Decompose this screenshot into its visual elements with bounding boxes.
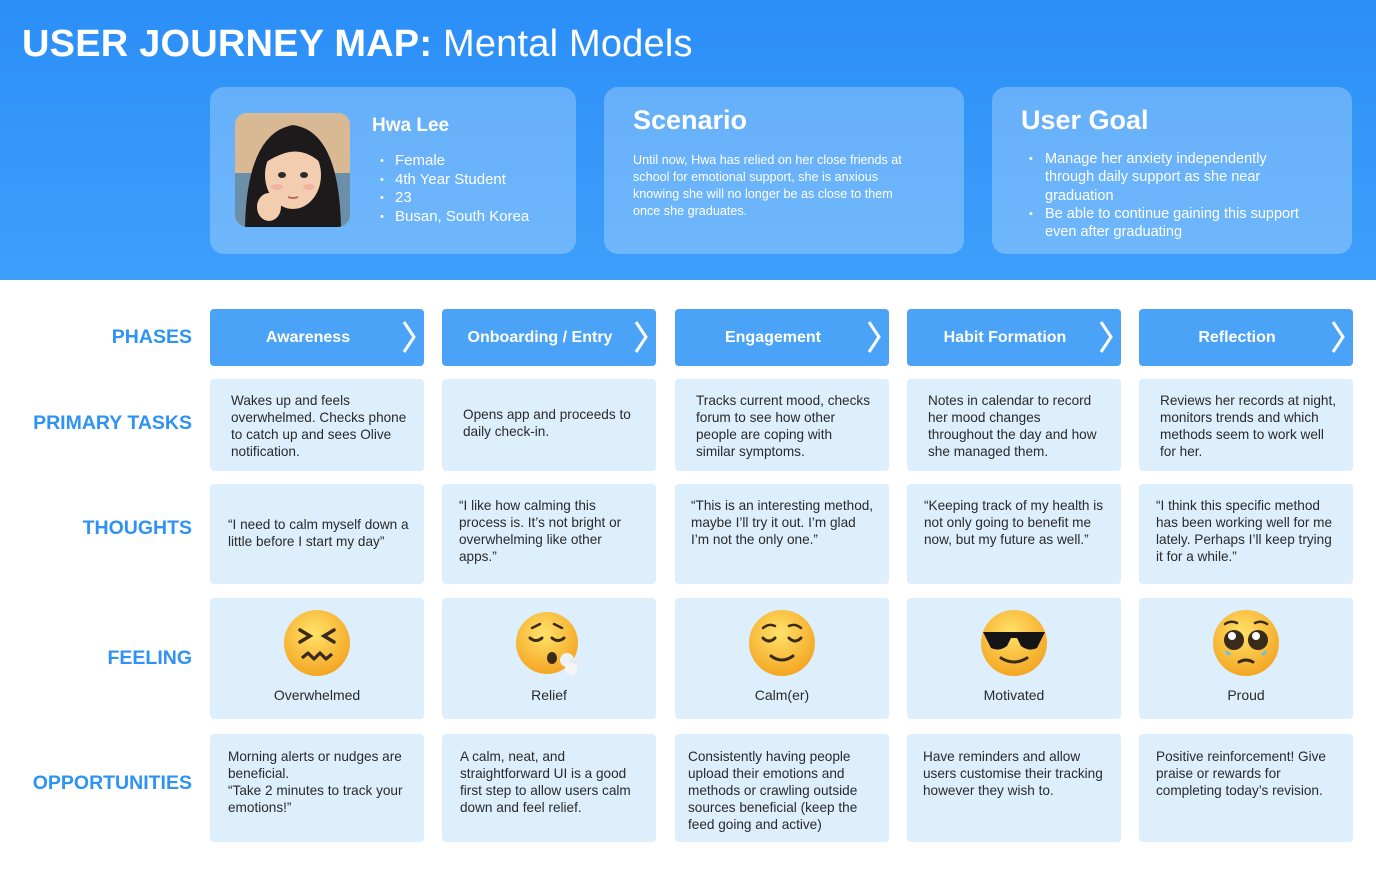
opportunity-cell: A calm, neat, and straightforward UI is … (442, 734, 656, 842)
persona-name: Hwa Lee (372, 115, 450, 136)
title-bold: USER JOURNEY MAP: (22, 23, 433, 65)
task-cell: Tracks current mood, checks forum to see… (675, 379, 889, 471)
thought-cell: “I think this specific method has been w… (1139, 484, 1353, 584)
opportunity-text: Have reminders and allow users customise… (923, 749, 1103, 798)
opportunity-cell: Have reminders and allow users customise… (907, 734, 1121, 842)
user-goal-item: Manage her anxiety independently through… (1029, 150, 1319, 205)
opportunity-text: Positive reinforcement! Give praise or r… (1156, 749, 1326, 798)
thought-cell: “This is an interesting method, maybe I’… (675, 484, 889, 584)
persona-gender: Female (380, 152, 529, 171)
user-goal-item: Be able to continue gaining this support… (1029, 205, 1319, 242)
row-label-feeling: FEELING (107, 647, 192, 669)
task-text: Reviews her records at night, monitors t… (1160, 393, 1337, 459)
opportunity-cell: Positive reinforcement! Give praise or r… (1139, 734, 1353, 842)
thought-text: “Keeping track of my health is not only … (924, 498, 1104, 547)
phase-engagement: Engagement (675, 309, 889, 366)
feeling-cell: Relief (442, 598, 656, 719)
phase-label: Awareness (265, 328, 351, 346)
page-title: USER JOURNEY MAP: Mental Models (22, 24, 693, 64)
phase-label: Reflection (1198, 328, 1276, 346)
persona-age: 23 (380, 189, 529, 208)
task-text: Tracks current mood, checks forum to see… (696, 393, 871, 459)
feeling-cell: Proud (1139, 598, 1353, 719)
task-cell: Wakes up and feels overwhelmed. Checks p… (210, 379, 424, 471)
persona-year: 4th Year Student (380, 171, 529, 190)
thought-text: “I like how calming this process is. It’… (459, 498, 622, 564)
feeling-cell: Calm(er) (675, 598, 889, 719)
row-label-phases: PHASES (111, 326, 192, 348)
thought-cell: “I need to calm myself down a little bef… (210, 484, 424, 584)
opportunity-cell: Consistently having people upload their … (675, 734, 889, 842)
sunglasses-face-icon (981, 610, 1047, 676)
user-goal-title: User Goal (1021, 105, 1149, 135)
feeling-label: Motivated (983, 687, 1045, 703)
scenario-body: Until now, Hwa has relied on her close f… (633, 153, 902, 218)
thought-cell: “I like how calming this process is. It’… (442, 484, 656, 584)
task-cell: Reviews her records at night, monitors t… (1139, 379, 1353, 471)
pleading-face-icon (1213, 610, 1279, 676)
phase-label: Engagement (724, 328, 821, 346)
feeling-label: Proud (1227, 687, 1265, 703)
opportunity-text: Consistently having people upload their … (688, 749, 858, 832)
thought-text: “I think this specific method has been w… (1156, 498, 1333, 564)
thought-text: “I need to calm myself down a little bef… (228, 517, 409, 549)
chevron-right-icon (1331, 321, 1345, 353)
thought-text: “This is an interesting method, maybe I’… (691, 498, 874, 547)
confounded-face-icon (284, 610, 350, 676)
phase-label: Onboarding / Entry (467, 328, 613, 346)
scenario-title: Scenario (633, 105, 748, 135)
row-label-thoughts: THOUGHTS (82, 517, 192, 539)
header-banner: USER JOURNEY MAP: Mental Models Hwa Lee … (0, 0, 1376, 280)
opportunity-cell: Morning alerts or nudges are beneficial.… (210, 734, 424, 842)
phase-habit-formation: Habit Formation (907, 309, 1121, 366)
task-text: Wakes up and feels overwhelmed. Checks p… (231, 393, 407, 459)
feeling-label: Overwhelmed (273, 687, 361, 703)
persona-card: Hwa Lee Female 4th Year Student 23 Busan… (210, 87, 576, 254)
chevron-right-icon (402, 321, 416, 353)
phase-reflection: Reflection (1139, 309, 1353, 366)
phase-onboarding: Onboarding / Entry (442, 309, 656, 366)
opportunity-text: Morning alerts or nudges are beneficial.… (228, 749, 403, 815)
exhaling-face-icon (516, 612, 581, 675)
phase-awareness: Awareness (210, 309, 424, 366)
thought-cell: “Keeping track of my health is not only … (907, 484, 1121, 584)
opportunity-text: A calm, neat, and straightforward UI is … (460, 749, 631, 815)
chevron-right-icon (867, 321, 881, 353)
title-light: Mental Models (442, 23, 693, 65)
phase-label: Habit Formation (943, 328, 1067, 346)
user-goal-card: User Goal Manage her anxiety independent… (992, 87, 1352, 254)
chevron-right-icon (1099, 321, 1113, 353)
task-text: Opens app and proceeds to daily check-in… (463, 407, 631, 439)
task-cell: Opens app and proceeds to daily check-in… (442, 379, 656, 471)
relieved-face-icon (749, 610, 815, 676)
persona-avatar (235, 113, 350, 227)
feeling-label: Relief (531, 687, 567, 703)
user-goal-list: Manage her anxiety independently through… (1029, 150, 1319, 241)
row-label-opportunities: OPPORTUNITIES (32, 772, 192, 794)
feeling-label: Calm(er) (754, 687, 810, 703)
scenario-card: Scenario Until now, Hwa has relied on he… (604, 87, 964, 254)
persona-details: Female 4th Year Student 23 Busan, South … (380, 152, 529, 226)
feeling-cell: Motivated (907, 598, 1121, 719)
row-label-primary-tasks: PRIMARY TASKS (33, 412, 192, 434)
chevron-right-icon (634, 321, 648, 353)
task-cell: Notes in calendar to record her mood cha… (907, 379, 1121, 471)
persona-location: Busan, South Korea (380, 208, 529, 227)
task-text: Notes in calendar to record her mood cha… (928, 393, 1097, 459)
feeling-cell: Overwhelmed (210, 598, 424, 719)
